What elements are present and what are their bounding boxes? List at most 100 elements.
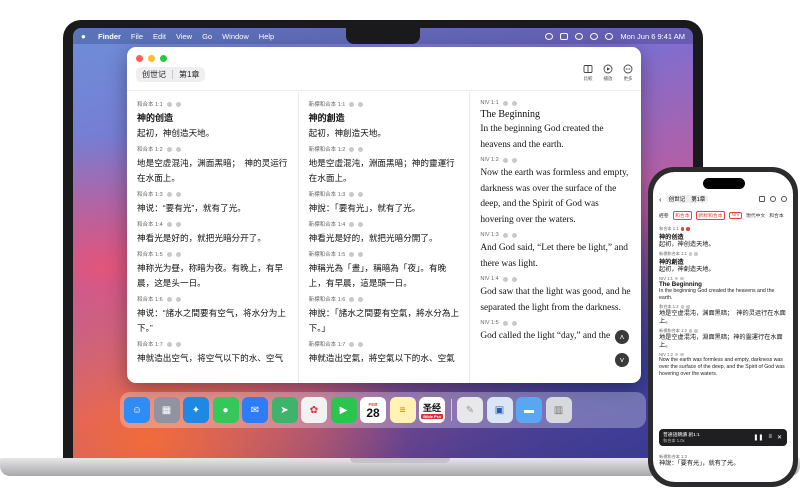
dock-safari-icon[interactable]: ✦ [183,397,209,423]
phone-play-icon[interactable] [770,196,776,202]
bookmark-dot-icon[interactable] [166,146,172,152]
bookmark-dot-icon[interactable] [349,341,355,347]
note-dot-icon[interactable] [175,146,181,152]
note-dot-icon[interactable] [694,252,698,256]
phone-verse-text[interactable]: In the beginning God created the heavens… [659,288,789,302]
phone-verse-text[interactable]: 地是空虛混沌，淵面黑暗；神的靈運行在水面上。 [659,334,789,350]
phone-verse-text[interactable]: 地是空虚混沌，渊面黑暗； 神的灵运行在水面上。 [659,310,789,326]
note-dot-icon[interactable] [358,146,364,152]
phone-compare-icon[interactable] [759,196,765,202]
bookmark-dot-icon[interactable] [688,252,693,256]
phone-verse-text[interactable]: 起初，神创造天地。 [659,241,789,249]
bookmark-dot-icon[interactable] [166,191,172,197]
phone-tab[interactable]: 現代中文 [746,212,765,219]
dock-folder-icon[interactable]: ▬ [516,397,542,423]
note-dot-icon[interactable] [358,296,364,302]
book-name[interactable]: 创世记 [136,69,172,80]
close-icon[interactable]: ✕ [777,434,782,441]
column-cuv-simplified[interactable]: 和合本 1:1 神的创造 起初，神创造天地。 和合本 1:2 地是空虚混沌，渊面黑暗； … [127,92,299,383]
chapter-name[interactable]: 第1章 [173,69,205,80]
book-chapter-selector[interactable]: 创世记 第1章 [136,67,206,82]
verse-text[interactable]: 神称光为昼，称暗为夜。有晚上，有早晨，这是头一日。 [137,261,290,291]
bookmark-dot-icon[interactable] [502,232,508,238]
dock-bible-app-icon[interactable]: 圣经 Bible Pro [419,397,445,423]
menu-finder[interactable]: Finder [98,32,121,41]
menu-window[interactable]: Window [222,32,249,41]
phone-book-selector[interactable]: 创世记 第1章 [665,195,709,203]
verse-ref[interactable]: 和合本 1:2 [137,145,290,153]
bookmark-dot-icon[interactable] [502,100,508,106]
battery-icon[interactable] [560,32,569,40]
verse-text[interactable]: And God said, “Let there be light,” and … [480,241,633,272]
note-dot-icon[interactable] [175,101,181,107]
dock-maps-icon[interactable]: ➤ [271,397,298,423]
dock-messages-icon[interactable]: ● [212,397,239,423]
verse-text[interactable]: 神就造出空气，将空气以下的水、空气 [137,351,290,366]
bookmark-dot-icon[interactable] [349,251,355,257]
dock-calendar-icon[interactable]: FEB 28 [360,397,386,423]
verse-ref[interactable]: 和合本 1:6 [137,295,290,303]
phone-tab[interactable]: 和合本 [769,212,783,219]
menu-clock[interactable]: Mon Jun 6 9:41 AM [620,32,685,41]
verse-text[interactable]: 神看光是好的，就把光暗分开了。 [137,231,290,246]
menu-view[interactable]: View [176,32,192,41]
phone-tab[interactable]: NIV [729,211,743,219]
note-dot-icon[interactable] [175,251,181,257]
bookmark-dot-icon[interactable] [502,320,508,326]
bookmark-dot-icon[interactable] [349,221,355,227]
phone-tab[interactable]: 經卷 [659,212,669,219]
scroll-up-button[interactable]: ˄ [615,330,629,344]
bookmark-dot-icon[interactable] [680,305,685,309]
verse-text[interactable]: 神稱光為「晝」，稱暗為「夜」。有晚上，有早晨，這是頭一日。 [309,261,462,291]
column-cuv-traditional[interactable]: 新標和合本 1:1 神的創造 起初，神創造天地。 新標和合本 1:2 地是空虛混沌，淵面… [299,92,471,383]
verse-text[interactable]: Now the earth was formless and empty, da… [480,166,633,228]
dock-preview-icon[interactable]: ▣ [486,397,513,423]
control-center-icon[interactable] [605,32,614,40]
audio-player[interactable]: 普通話朗讀 創1:1 和合本 1.0x ❚❚ ≡ ✕ [659,429,787,446]
verse-ref[interactable]: NIV 1:2 [480,157,633,163]
verse-ref[interactable]: NIV 1:3 [480,232,633,238]
bookmark-dot-icon[interactable] [502,157,508,163]
bookmark-dot-icon[interactable] [674,276,679,281]
phone-tab[interactable]: 新标和合本 [696,210,726,220]
note-dot-icon[interactable] [358,221,364,227]
verse-text[interactable]: 神說：「要有光」，就有了光。 [309,201,462,216]
verse-ref[interactable]: 新標和合本 1:7 [309,340,462,348]
verse-ref[interactable]: 新標和合本 1:5 [309,250,462,258]
verse-text[interactable]: 起初，神創造天地。 [309,126,462,141]
back-chevron-icon[interactable]: ‹ [659,195,662,204]
note-dot-icon[interactable] [686,227,690,231]
bookmark-dot-icon[interactable] [166,296,172,302]
verse-text[interactable]: 起初，神创造天地。 [137,126,290,141]
verse-text[interactable]: God called the light “day,” and the [480,329,633,345]
dock-launchpad-icon[interactable]: ▦ [153,397,180,423]
more-button[interactable]: 更多 [623,64,633,82]
phone-chapter[interactable]: 第1章 [688,195,708,203]
bookmark-dot-icon[interactable] [166,341,172,347]
close-button[interactable] [136,55,143,62]
note-dot-icon[interactable] [358,101,364,107]
note-dot-icon[interactable] [175,341,181,347]
bookmark-dot-icon[interactable] [349,296,355,302]
verse-ref[interactable]: 新標和合本 1:1 [309,100,462,108]
bookmark-dot-icon[interactable] [349,146,355,152]
scroll-down-button[interactable]: ˅ [615,353,629,367]
phone-tab[interactable]: 和合本 [672,210,693,220]
verse-ref[interactable]: NIV 1:5 [480,320,633,326]
bookmark-dot-icon[interactable] [674,352,679,357]
note-dot-icon[interactable] [694,329,698,333]
menu-go[interactable]: Go [202,32,212,41]
verse-ref[interactable]: 和合本 1:1 [137,100,290,108]
note-dot-icon[interactable] [680,276,684,281]
note-dot-icon[interactable] [511,232,517,238]
verse-ref[interactable]: 新標和合本 1:4 [309,220,462,228]
pause-icon[interactable]: ❚❚ [753,434,763,441]
menu-edit[interactable]: Edit [153,32,166,41]
phone-verse-text[interactable]: 起初，神創造天地。 [659,266,789,274]
note-dot-icon[interactable] [175,221,181,227]
bookmark-dot-icon[interactable] [166,221,172,227]
bookmark-dot-icon[interactable] [166,251,172,257]
dock-finder-icon[interactable]: ☺ [124,397,150,423]
menu-help[interactable]: Help [259,32,274,41]
note-dot-icon[interactable] [511,157,517,163]
